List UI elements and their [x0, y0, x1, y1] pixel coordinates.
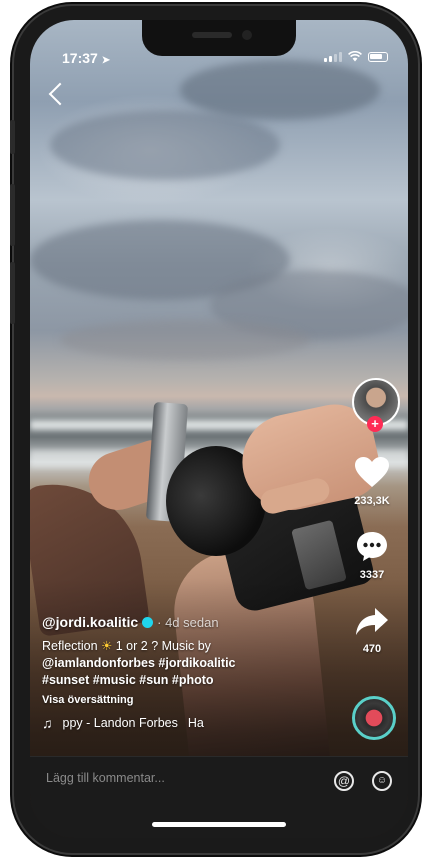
description-text: Reflection [42, 639, 102, 653]
volume-up-button [10, 184, 15, 246]
notch [142, 20, 296, 56]
status-indicators [324, 51, 388, 62]
home-indicator[interactable] [152, 822, 286, 827]
notch-speaker [192, 32, 232, 38]
see-translation-link[interactable]: Visa översättning [42, 694, 332, 706]
comment-icon [357, 532, 387, 561]
wifi-icon [348, 51, 362, 62]
like-button[interactable]: 233,3K [342, 456, 402, 507]
share-count: 470 [362, 643, 382, 655]
music-ticker[interactable]: ♫ ppy - Landon Forbes Ha [42, 715, 332, 731]
follow-button[interactable]: + [367, 416, 383, 432]
status-time: 17:37 ➤ [62, 50, 110, 66]
share-button[interactable]: 470 [342, 606, 402, 655]
sun-emoji: ☀ [101, 639, 113, 653]
front-camera [242, 30, 252, 40]
comment-bar: Lägg till kommentar... @ ☺ [30, 756, 408, 838]
username-line: @jordi.koalitic · 4d sedan [42, 614, 332, 630]
location-icon: ➤ [101, 55, 111, 66]
description-text-2: 1 or 2 ? Music by [112, 639, 211, 653]
emoji-icon[interactable]: ☺ [372, 771, 392, 791]
cloud [180, 60, 380, 120]
video-caption: @jordi.koalitic · 4d sedan Reflection ☀ 1… [42, 614, 332, 731]
video-description: Reflection ☀ 1 or 2 ? Music by @iamlando… [42, 638, 332, 689]
signal-icon [324, 51, 342, 62]
app-screen: 17:37 ➤ + 233,3K 3337 470 @jordi.koaliti… [30, 20, 408, 838]
hashtag-links[interactable]: #sunset #music #sun #photo [42, 673, 214, 687]
silent-switch [10, 120, 15, 154]
comment-input[interactable]: Lägg till kommentar... [46, 771, 165, 785]
post-date: · 4d sedan [157, 615, 219, 630]
clock: 17:37 [62, 50, 98, 66]
music-title-continued: Ha [187, 716, 204, 730]
battery-icon [368, 51, 388, 62]
like-count: 233,3K [354, 495, 390, 507]
creator-username[interactable]: @jordi.koalitic [42, 614, 138, 630]
cloud [60, 320, 310, 360]
music-note-icon: ♫ [42, 715, 53, 731]
heart-icon [355, 457, 389, 487]
at-icon[interactable]: @ [334, 771, 354, 791]
comment-count: 3337 [359, 569, 385, 581]
music-title: ppy - Landon Forbes [62, 716, 178, 730]
cloud [50, 110, 280, 180]
verified-icon [142, 617, 154, 628]
mention-link[interactable]: @iamlandonforbes [42, 656, 155, 670]
volume-down-button [10, 262, 15, 324]
comment-button[interactable]: 3337 [342, 530, 402, 581]
hashtag-link[interactable]: #jordikoalitic [158, 656, 235, 670]
share-icon [356, 608, 388, 635]
music-disc[interactable] [352, 696, 396, 740]
